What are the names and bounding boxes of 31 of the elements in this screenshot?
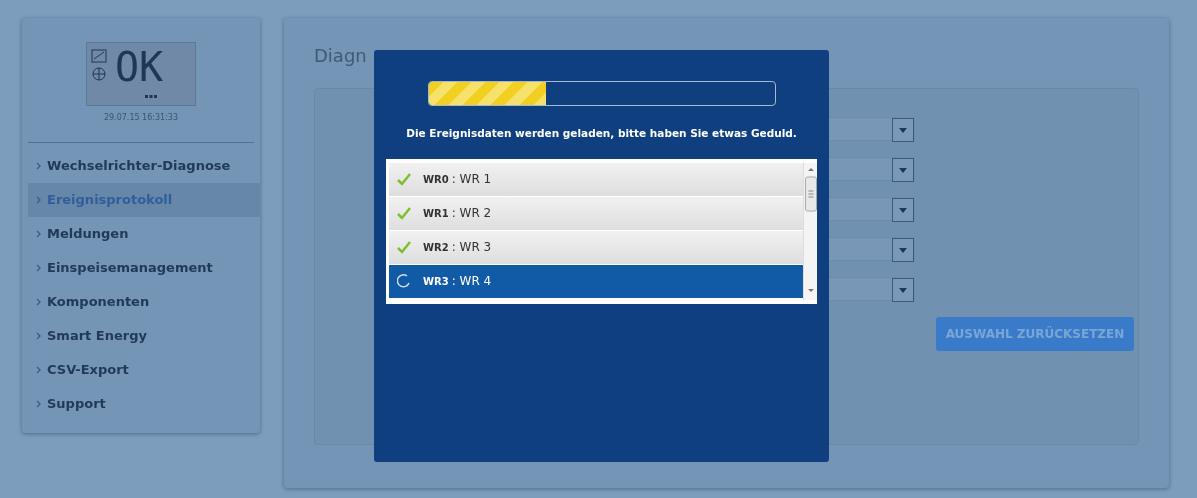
sidebar-item[interactable]: Support (28, 387, 260, 421)
chevron-icon (36, 196, 41, 204)
display-text: OK (115, 45, 164, 89)
loading-message: Die Ereignisdaten werden geladen, bitte haben Sie etwas Geduld. (405, 126, 798, 141)
caret-icon (899, 167, 907, 173)
sidebar-item[interactable]: Meldungen (28, 217, 260, 251)
caret-icon (899, 207, 907, 213)
chevron-icon (36, 400, 41, 408)
dots-icon (145, 95, 157, 99)
sidebar-item[interactable]: Smart Energy (28, 319, 260, 353)
device-row[interactable]: WR2 : WR 3 (389, 230, 803, 265)
timestamp: 29.07.15 16:31:33 (102, 112, 180, 124)
caret-icon (899, 127, 907, 133)
caret-icon (899, 247, 907, 253)
chevron-icon (36, 162, 41, 170)
status-icons (91, 49, 109, 83)
chevron-icon (36, 366, 41, 374)
caret-icon (899, 287, 907, 293)
device-row[interactable]: WR3 : WR 4 (389, 264, 803, 299)
scrollbar[interactable] (803, 162, 817, 300)
device-row[interactable]: WR0 : WR 1 (389, 162, 803, 197)
sidebar-item[interactable]: CSV-Export (28, 353, 260, 387)
chevron-icon (36, 230, 41, 238)
chevron-icon (36, 298, 41, 306)
chevron-icon (36, 332, 41, 340)
sidebar-item[interactable]: Wechselrichter-Diagnose (28, 149, 260, 183)
page-title: Diagn (314, 45, 367, 66)
sidebar-item[interactable]: Komponenten (28, 285, 260, 319)
chevron-icon (36, 264, 41, 272)
sidebar-item[interactable]: Einspeisemanagement (28, 251, 260, 285)
device-row[interactable]: WR1 : WR 2 (389, 196, 803, 231)
